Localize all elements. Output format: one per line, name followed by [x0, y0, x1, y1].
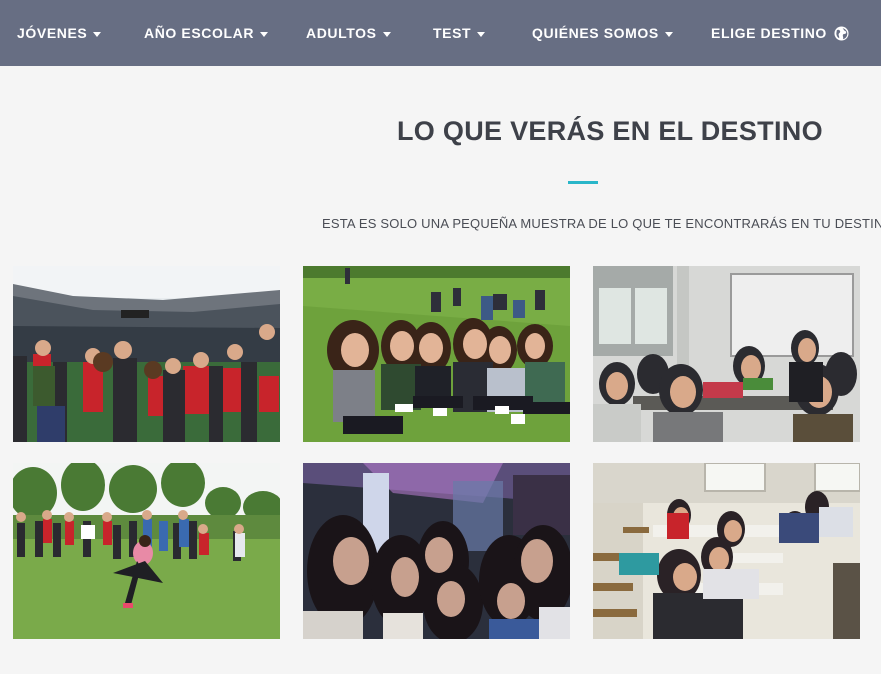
nav-item-jovenes[interactable]: JÓVENES — [17, 0, 102, 66]
gallery-photo-girls-grass[interactable] — [303, 266, 570, 442]
nav-item-label: ADULTOS — [306, 25, 377, 41]
section-subtitle: ESTA ES SOLO UNA PEQUEÑA MUESTRA DE LO Q… — [322, 216, 881, 231]
main-navigation: JÓVENES AÑO ESCOLAR ADULTOS TEST QUIÉNES… — [0, 0, 881, 66]
gallery-photo-classroom-study[interactable] — [593, 463, 860, 639]
section-title: LO QUE VERÁS EN EL DESTINO — [397, 116, 823, 146]
nav-item-label: QUIÉNES SOMOS — [532, 25, 659, 41]
nav-item-label: ELIGE DESTINO — [711, 25, 827, 41]
gallery-photo-field-game[interactable] — [13, 463, 280, 639]
caret-down-icon — [382, 31, 391, 37]
nav-item-ano-escolar[interactable]: AÑO ESCOLAR — [144, 0, 269, 66]
gallery-photo-stadium[interactable] — [13, 266, 280, 442]
nav-item-elige-destino[interactable]: ELIGE DESTINO — [711, 0, 849, 66]
gallery-photo-classroom[interactable] — [593, 266, 860, 442]
nav-item-label: TEST — [433, 25, 472, 41]
nav-item-quienes-somos[interactable]: QUIÉNES SOMOS — [532, 0, 673, 66]
nav-item-test[interactable]: TEST — [433, 0, 486, 66]
globe-icon — [834, 25, 849, 41]
caret-down-icon — [93, 31, 102, 37]
title-divider — [568, 181, 598, 184]
nav-item-label: JÓVENES — [17, 25, 88, 41]
caret-down-icon — [260, 31, 269, 37]
caret-down-icon — [664, 31, 673, 37]
gallery-photo-night-selfie[interactable] — [303, 463, 570, 639]
nav-item-adultos[interactable]: ADULTOS — [306, 0, 391, 66]
caret-down-icon — [477, 31, 486, 37]
nav-item-label: AÑO ESCOLAR — [144, 25, 255, 41]
